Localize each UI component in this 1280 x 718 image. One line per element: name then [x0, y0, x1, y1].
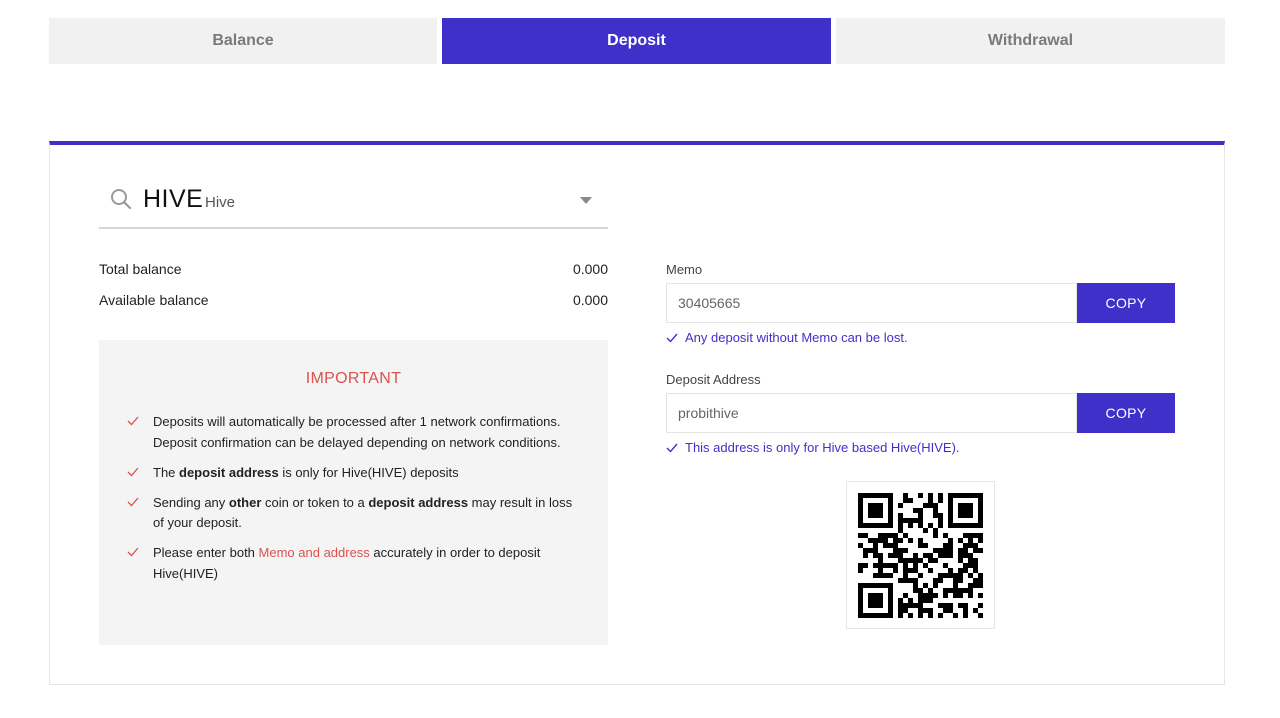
coin-symbol: HIVE: [143, 185, 204, 213]
coin-name: Hive: [205, 194, 236, 211]
coin-selector[interactable]: HIVE Hive: [99, 183, 608, 229]
notice-bold: deposit address: [179, 464, 279, 480]
total-balance-value: 0.000: [572, 261, 608, 277]
check-icon: [127, 497, 139, 506]
check-icon: [127, 467, 139, 476]
memo-label: Memo: [666, 262, 703, 277]
tab-withdrawal[interactable]: Withdrawal: [836, 18, 1225, 64]
qr-code-icon: [858, 493, 983, 618]
check-icon: [127, 416, 139, 426]
memo-field[interactable]: 30405665: [666, 283, 1077, 323]
notice-text: The: [153, 464, 180, 480]
check-icon: [666, 443, 678, 453]
notice-item: Please enter both Memo and address accur…: [125, 543, 580, 584]
search-icon: [111, 189, 132, 210]
deposit-address-label: Deposit Address: [666, 372, 761, 387]
chevron-down-icon[interactable]: [580, 197, 592, 204]
copy-address-button[interactable]: COPY: [1077, 393, 1175, 433]
notice-bold: other: [228, 494, 262, 510]
deposit-address-field[interactable]: probithive: [666, 393, 1077, 433]
copy-memo-button[interactable]: COPY: [1077, 283, 1175, 323]
notice-bold: deposit address: [368, 494, 469, 510]
total-balance-row: Total balance 0.000: [99, 261, 608, 281]
tab-balance[interactable]: Balance: [49, 18, 437, 64]
available-balance-label: Available balance: [99, 292, 209, 308]
tab-bar: Balance Deposit Withdrawal: [49, 18, 1225, 64]
memo-hint: Any deposit without Memo can be lost.: [666, 330, 908, 345]
available-balance-row: Available balance 0.000: [99, 292, 608, 312]
notice-text: is only for Hive(HIVE) deposits: [278, 464, 459, 480]
notice-text: Sending any: [153, 494, 229, 510]
deposit-qr-code: [846, 481, 995, 629]
address-hint: This address is only for Hive based Hive…: [666, 440, 960, 455]
deposit-panel: HIVE Hive Total balance 0.000 Available …: [49, 141, 1225, 685]
address-hint-text: This address is only for Hive based Hive…: [685, 440, 960, 455]
notice-text: Please enter both: [153, 545, 259, 560]
notice-text: coin or token to a: [261, 494, 369, 510]
memo-hint-text: Any deposit without Memo can be lost.: [685, 330, 908, 345]
check-icon: [666, 333, 678, 343]
notice-text: Deposits will automatically be processed…: [153, 414, 561, 450]
notice-list: Deposits will automatically be processed…: [125, 412, 580, 594]
available-balance-value: 0.000: [572, 292, 608, 308]
check-icon: [127, 547, 139, 557]
total-balance-label: Total balance: [99, 261, 182, 277]
tab-deposit[interactable]: Deposit: [442, 18, 831, 64]
notice-item: Deposits will automatically be processed…: [125, 412, 580, 453]
important-notice: IMPORTANT Deposits will automatically be…: [99, 340, 608, 645]
notice-highlight: Memo and address: [258, 545, 370, 560]
notice-item: The deposit address is only for Hive(HIV…: [125, 463, 580, 484]
important-title: IMPORTANT: [305, 370, 402, 387]
notice-item: Sending any other coin or token to a dep…: [125, 493, 580, 534]
